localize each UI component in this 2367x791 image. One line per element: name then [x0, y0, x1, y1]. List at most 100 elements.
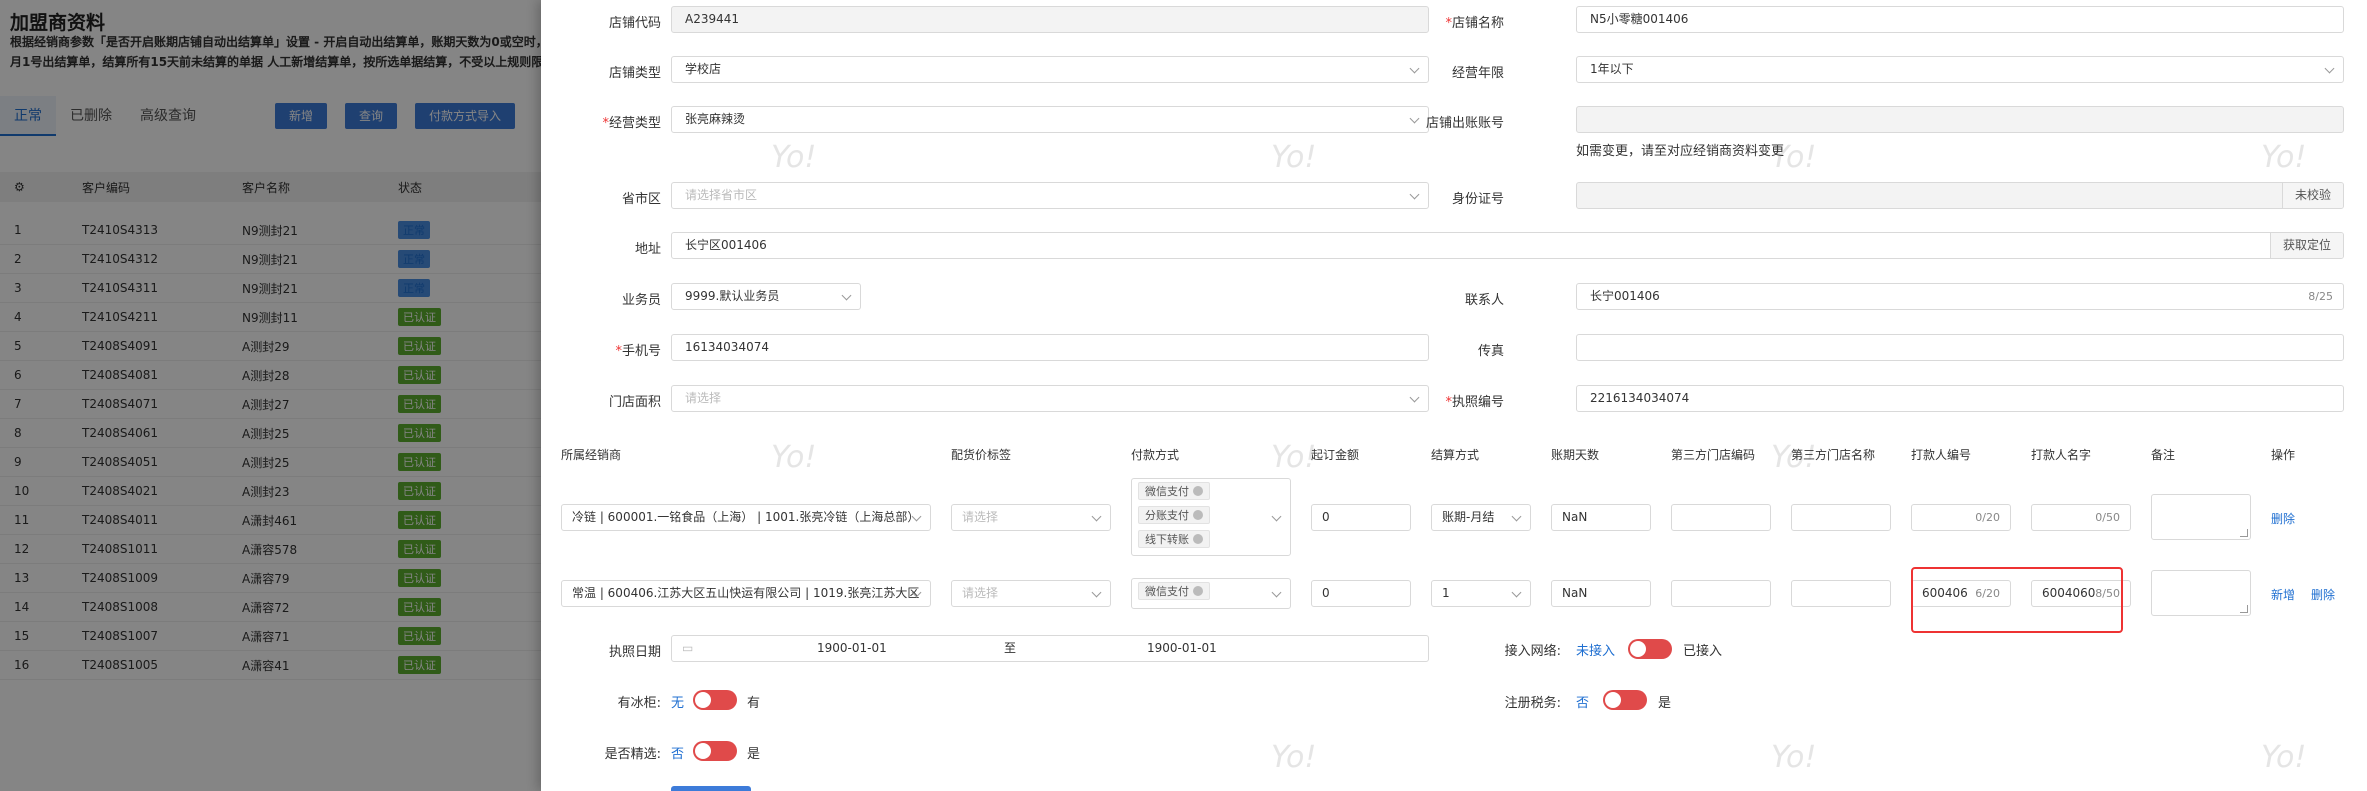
column-header: 打款人编号	[1911, 448, 1972, 462]
watermark: Yo!	[1271, 740, 1317, 775]
shop-name-field[interactable]: N5小零糖001406	[1576, 6, 2344, 33]
remove-icon[interactable]	[1193, 586, 1203, 596]
column-header: 结算方式	[1431, 448, 1480, 462]
tax-label: 注册税务:	[1504, 696, 1561, 711]
column-header: 第三方门店编码	[1671, 448, 1756, 462]
fridge-toggle[interactable]	[693, 690, 737, 710]
date-start: 1900-01-01	[817, 641, 887, 655]
settle-select[interactable]: 账期-月结	[1431, 504, 1531, 531]
price-tag-select[interactable]: 请选择	[951, 504, 1111, 531]
payment-chip[interactable]: 微信支付	[1138, 482, 1210, 500]
shop-type-select[interactable]: 学校店	[671, 56, 1429, 83]
payment-chip[interactable]: 微信支付	[1138, 582, 1210, 600]
network-on-label: 已接入	[1683, 644, 1723, 659]
remark-textarea[interactable]	[2151, 494, 2251, 540]
license-date-label: 执照日期	[608, 645, 661, 660]
min-amount-field[interactable]: 0	[1311, 580, 1411, 607]
network-toggle[interactable]	[1628, 639, 1672, 659]
remove-icon[interactable]	[1193, 510, 1203, 520]
select-on-label: 是	[747, 747, 761, 762]
payment-multiselect[interactable]: 微信支付	[1131, 578, 1291, 609]
char-counter: 8/25	[2308, 290, 2333, 303]
salesman-label: 业务员	[621, 293, 661, 308]
license-label: *执照编号	[1445, 395, 1504, 410]
payment-chip[interactable]: 线下转账	[1138, 530, 1210, 548]
address-label: 地址	[634, 242, 661, 257]
remove-icon[interactable]	[1193, 486, 1203, 496]
biz-type-select[interactable]: 张亮麻辣烫	[671, 106, 1429, 133]
column-header: 付款方式	[1131, 448, 1180, 462]
dealer-select[interactable]: 冷链 | 600001.一铭食品（上海） | 1001.张亮冷链（上海总部）	[561, 504, 931, 531]
phone-label: *手机号	[615, 344, 661, 359]
area-label: 门店面积	[608, 395, 661, 410]
shop-code-field[interactable]: A239441	[671, 6, 1429, 33]
chevron-down-icon	[1091, 511, 1102, 522]
shop-type-label: 店铺类型	[608, 66, 661, 81]
settle-select[interactable]: 1	[1431, 580, 1531, 607]
third-party-code-field[interactable]	[1671, 504, 1771, 531]
area-select[interactable]: 请选择	[671, 385, 1429, 412]
third-party-name-field[interactable]	[1791, 504, 1891, 531]
watermark: Yo!	[1771, 740, 1817, 775]
dealer-select[interactable]: 常温 | 600406.江苏大区五山快运有限公司 | 1019.张亮江苏大区	[561, 580, 931, 607]
remark-textarea[interactable]	[2151, 570, 2251, 616]
remove-icon[interactable]	[1193, 534, 1203, 544]
shop-code-label: 店铺代码	[608, 16, 661, 31]
column-header: 操作	[2271, 448, 2296, 462]
days-field[interactable]: NaN	[1551, 580, 1651, 607]
char-counter: 0/50	[2095, 511, 2120, 524]
delete-link[interactable]: 删除	[2271, 510, 2295, 527]
license-field[interactable]: 2216134034074	[1576, 385, 2344, 412]
years-select[interactable]: 1年以下	[1576, 56, 2344, 83]
chevron-down-icon	[1511, 587, 1522, 598]
payment-multiselect[interactable]: 微信支付 分账支付 线下转账	[1131, 478, 1291, 556]
chevron-down-icon	[841, 290, 852, 301]
column-header: 配货价标签	[951, 448, 1012, 462]
shop-name-label: *店铺名称	[1445, 16, 1504, 31]
get-location-button[interactable]: 获取定位	[2269, 233, 2343, 258]
watermark: Yo!	[2261, 140, 2307, 175]
bill-account-hint: 如需变更，请至对应经销商资料变更	[1576, 144, 1785, 159]
payer-no-field[interactable]: 0/20	[1911, 504, 2011, 531]
fax-field[interactable]	[1576, 334, 2344, 361]
address-field[interactable]: 长宁区001406 获取定位	[671, 232, 2344, 259]
tax-toggle[interactable]	[1603, 690, 1647, 710]
watermark: Yo!	[2261, 740, 2307, 775]
watermark: Yo!	[1271, 440, 1317, 475]
highlight-box	[1911, 567, 2123, 633]
id-number-field[interactable]: 未校验	[1576, 182, 2344, 209]
watermark: Yo!	[771, 140, 817, 175]
watermark: Yo!	[1271, 140, 1317, 175]
select-toggle[interactable]	[693, 741, 737, 761]
license-date-range[interactable]: ▭ 1900-01-01 至 1900-01-01	[671, 635, 1429, 662]
min-amount-field[interactable]: 0	[1311, 504, 1411, 531]
third-party-name-field[interactable]	[1791, 580, 1891, 607]
delete-link[interactable]: 删除	[2311, 586, 2335, 603]
third-party-code-field[interactable]	[1671, 580, 1771, 607]
contact-field[interactable]: 长宁001406 8/25	[1576, 283, 2344, 310]
days-field[interactable]: NaN	[1551, 504, 1651, 531]
price-tag-select[interactable]: 请选择	[951, 580, 1111, 607]
fax-label: 传真	[1477, 344, 1504, 359]
id-number-label: 身份证号	[1451, 192, 1504, 207]
payment-chip[interactable]: 分账支付	[1138, 506, 1210, 524]
column-header: 所属经销商	[561, 448, 622, 462]
submit-button-edge[interactable]	[671, 786, 751, 791]
select-label: 是否精选:	[604, 747, 661, 762]
region-select[interactable]: 请选择省市区	[671, 182, 1429, 209]
id-verify-status: 未校验	[2281, 183, 2343, 208]
add-link[interactable]: 新增	[2271, 586, 2295, 603]
bill-account-field[interactable]	[1576, 106, 2344, 133]
modal-overlay[interactable]	[0, 0, 560, 791]
salesman-select[interactable]: 9999.默认业务员	[671, 283, 861, 310]
phone-field[interactable]: 16134034074	[671, 334, 1429, 361]
fridge-off-label: 无	[671, 696, 685, 711]
background-page: 加盟商资料 根据经销商参数「是否开启账期店铺自动出结算单」设置 - 开启自动出结…	[0, 0, 560, 791]
shop-edit-drawer: Yo! Yo! Yo! Yo! Yo! Yo! Yo! Yo! Yo! Yo! …	[541, 0, 2367, 791]
payer-name-field[interactable]: 0/50	[2031, 504, 2131, 531]
select-off-label: 否	[671, 747, 685, 762]
date-end: 1900-01-01	[1147, 641, 1217, 655]
column-header: 第三方门店名称	[1791, 448, 1876, 462]
biz-type-label: *经营类型	[602, 116, 661, 131]
contact-label: 联系人	[1464, 293, 1504, 308]
